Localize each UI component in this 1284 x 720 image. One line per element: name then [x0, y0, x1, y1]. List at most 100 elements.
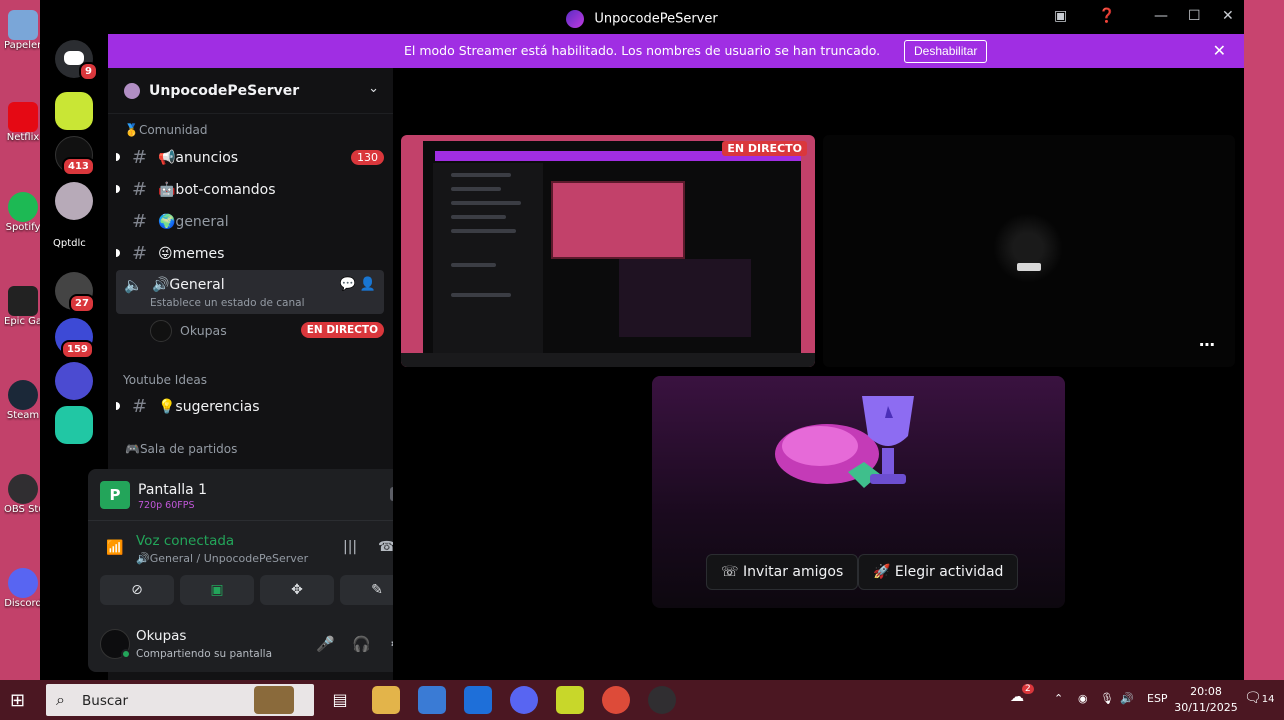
server-home-icon: [124, 83, 140, 99]
chrome-icon[interactable]: [602, 686, 630, 714]
voice-panel: P Pantalla 1 720p 60FPS ✕ 📶 Voz conectad…: [88, 469, 426, 672]
activities-button[interactable]: ✥: [260, 575, 334, 605]
desktop-icons: Papelera recicl Netflix Spotify Epic Gam…: [0, 0, 44, 680]
weather-badge: 2: [1022, 684, 1034, 694]
share-screen-button[interactable]: ▣: [180, 575, 254, 605]
server-icon[interactable]: [55, 92, 93, 130]
outlook-icon[interactable]: [464, 686, 492, 714]
channel-memes[interactable]: # 😜memes: [116, 239, 384, 269]
status-dot: [121, 649, 131, 659]
file-explorer-icon[interactable]: [372, 686, 400, 714]
app-icon[interactable]: [556, 686, 584, 714]
add-user-icon[interactable]: 👤: [360, 277, 376, 292]
discord-home-icon[interactable]: 9: [55, 40, 98, 81]
close-button[interactable]: ✕: [1222, 8, 1234, 24]
store-icon[interactable]: [418, 686, 446, 714]
stream-row: P Pantalla 1 720p 60FPS ✕: [88, 469, 426, 521]
discord-desktop-icon[interactable]: Discord: [4, 568, 42, 609]
channel-anuncios[interactable]: # 📢anuncios 130: [116, 143, 384, 173]
voice-user[interactable]: Okupas EN DIRECTO: [150, 318, 384, 344]
category-comunidad[interactable]: 🥇Comunidad: [124, 123, 207, 137]
netflix-icon[interactable]: Netflix: [4, 102, 42, 143]
noise-suppression-icon[interactable]: |||: [343, 539, 357, 555]
stream-preview: [423, 141, 801, 355]
voice-connected-title[interactable]: Voz conectada: [136, 533, 234, 549]
camera-icon[interactable]: ◉: [1078, 692, 1088, 705]
avatar: [150, 320, 172, 342]
screen-share-tile[interactable]: EN DIRECTO: [401, 135, 815, 367]
window-title: UnpocodePeServer: [594, 11, 718, 27]
title-bar: UnpocodePeServer ▣ ❓ — ☐ ✕: [40, 0, 1244, 36]
maximize-button[interactable]: ☐: [1188, 8, 1201, 24]
signal-icon[interactable]: 📶: [106, 540, 123, 556]
disable-streamer-button[interactable]: Deshabilitar: [904, 40, 988, 63]
server-header[interactable]: UnpocodePeServer ⌄: [108, 68, 393, 114]
help-icon[interactable]: ❓: [1098, 8, 1115, 24]
hash-icon: #: [132, 147, 148, 168]
live-tag: EN DIRECTO: [722, 141, 807, 156]
language-indicator[interactable]: ESP: [1147, 692, 1168, 705]
server-avatar-icon: [566, 10, 585, 28]
chat-icon[interactable]: 💬: [339, 277, 355, 292]
server-badge: 159: [61, 340, 94, 359]
epic-games-icon[interactable]: Epic Games Launcher: [4, 286, 42, 327]
camera-off-button[interactable]: ⊘: [100, 575, 174, 605]
spotify-icon[interactable]: Spotify: [4, 192, 42, 233]
discord-taskbar-icon[interactable]: [510, 686, 538, 714]
volume-icon[interactable]: 🔊: [1120, 692, 1134, 705]
obs-icon[interactable]: OBS Studio: [4, 474, 42, 515]
choose-activity-button[interactable]: 🚀 Elegir actividad: [858, 554, 1019, 590]
category-youtube[interactable]: Youtube Ideas: [123, 373, 207, 387]
channel-sugerencias[interactable]: # 💡sugerencias: [116, 392, 384, 422]
more-options-icon[interactable]: ⋯: [1199, 335, 1215, 354]
voice-stage: EN DIRECTO ⋯ ☏ Invitar amigos 🚀 Elegir a…: [393, 68, 1244, 680]
minimize-button[interactable]: —: [1154, 8, 1168, 24]
user-tile[interactable]: ⋯: [823, 135, 1235, 367]
rocket-icon: 🚀: [873, 564, 895, 580]
microphone-icon[interactable]: 🎤: [316, 635, 335, 653]
stream-quality: 720p 60FPS: [138, 500, 195, 511]
trophy-illustration: [775, 396, 914, 488]
server-badge: 27: [69, 294, 95, 313]
channel-status[interactable]: Establece un estado de canal: [150, 297, 305, 309]
activity-card: ☏ Invitar amigos 🚀 Elegir actividad: [652, 376, 1065, 608]
server-badge: 413: [62, 157, 95, 176]
server-icon[interactable]: [55, 182, 93, 220]
category-sala[interactable]: 🎮Sala de partidos: [125, 442, 237, 456]
server-icon[interactable]: [55, 362, 93, 400]
screen-share-icon[interactable]: ▣: [1054, 8, 1067, 24]
steam-icon[interactable]: Steam: [4, 380, 42, 421]
home-badge: 9: [79, 62, 98, 81]
hash-icon: #: [132, 243, 148, 264]
chevron-up-icon[interactable]: ⌃: [1054, 692, 1063, 705]
mic-tray-icon[interactable]: 🎙: [1100, 692, 1114, 705]
recycle-bin-icon[interactable]: Papelera recicl: [4, 10, 42, 51]
headphones-icon[interactable]: 🎧: [352, 635, 371, 653]
streamer-mode-banner: El modo Streamer está habilitado. Los no…: [108, 34, 1244, 68]
obs-taskbar-icon[interactable]: [648, 686, 676, 714]
desktop-right-edge: [1244, 0, 1284, 680]
voice-connected-sub[interactable]: 🔊General / UnpocodePeServer: [136, 552, 308, 565]
server-icon[interactable]: 159: [55, 318, 94, 359]
invite-friends-button[interactable]: ☏ Invitar amigos: [706, 554, 859, 590]
notifications-icon[interactable]: 🗨14: [1244, 690, 1275, 706]
search-box[interactable]: ⌕ Buscar: [46, 684, 314, 716]
hash-icon: #: [132, 179, 148, 200]
chevron-down-icon[interactable]: ⌄: [368, 81, 379, 96]
voice-channel-general[interactable]: 🔈 🔊General Establece un estado de canal …: [116, 270, 384, 314]
close-icon[interactable]: ✕: [1213, 41, 1226, 60]
channel-sidebar: UnpocodePeServer ⌄ 🥇Comunidad # 📢anuncio…: [88, 68, 426, 680]
server-icon[interactable]: 413: [55, 136, 95, 176]
windows-start-icon[interactable]: ⊞: [10, 690, 25, 711]
task-view-icon[interactable]: ▤: [326, 686, 354, 714]
speaker-icon: 🔈: [124, 276, 143, 294]
channel-bot-comandos[interactable]: # 🤖bot-comandos: [116, 175, 384, 205]
clock[interactable]: 20:08 30/11/2025: [1170, 684, 1242, 716]
hash-icon: #: [132, 396, 148, 417]
stream-preview-icon: P: [100, 481, 130, 509]
server-icon[interactable]: [55, 406, 93, 444]
channel-general[interactable]: # 🌍general: [116, 207, 384, 237]
server-icon[interactable]: 27: [55, 272, 95, 313]
server-icon[interactable]: Qptdlc: [53, 226, 93, 264]
invite-icon: ☏: [721, 564, 743, 580]
